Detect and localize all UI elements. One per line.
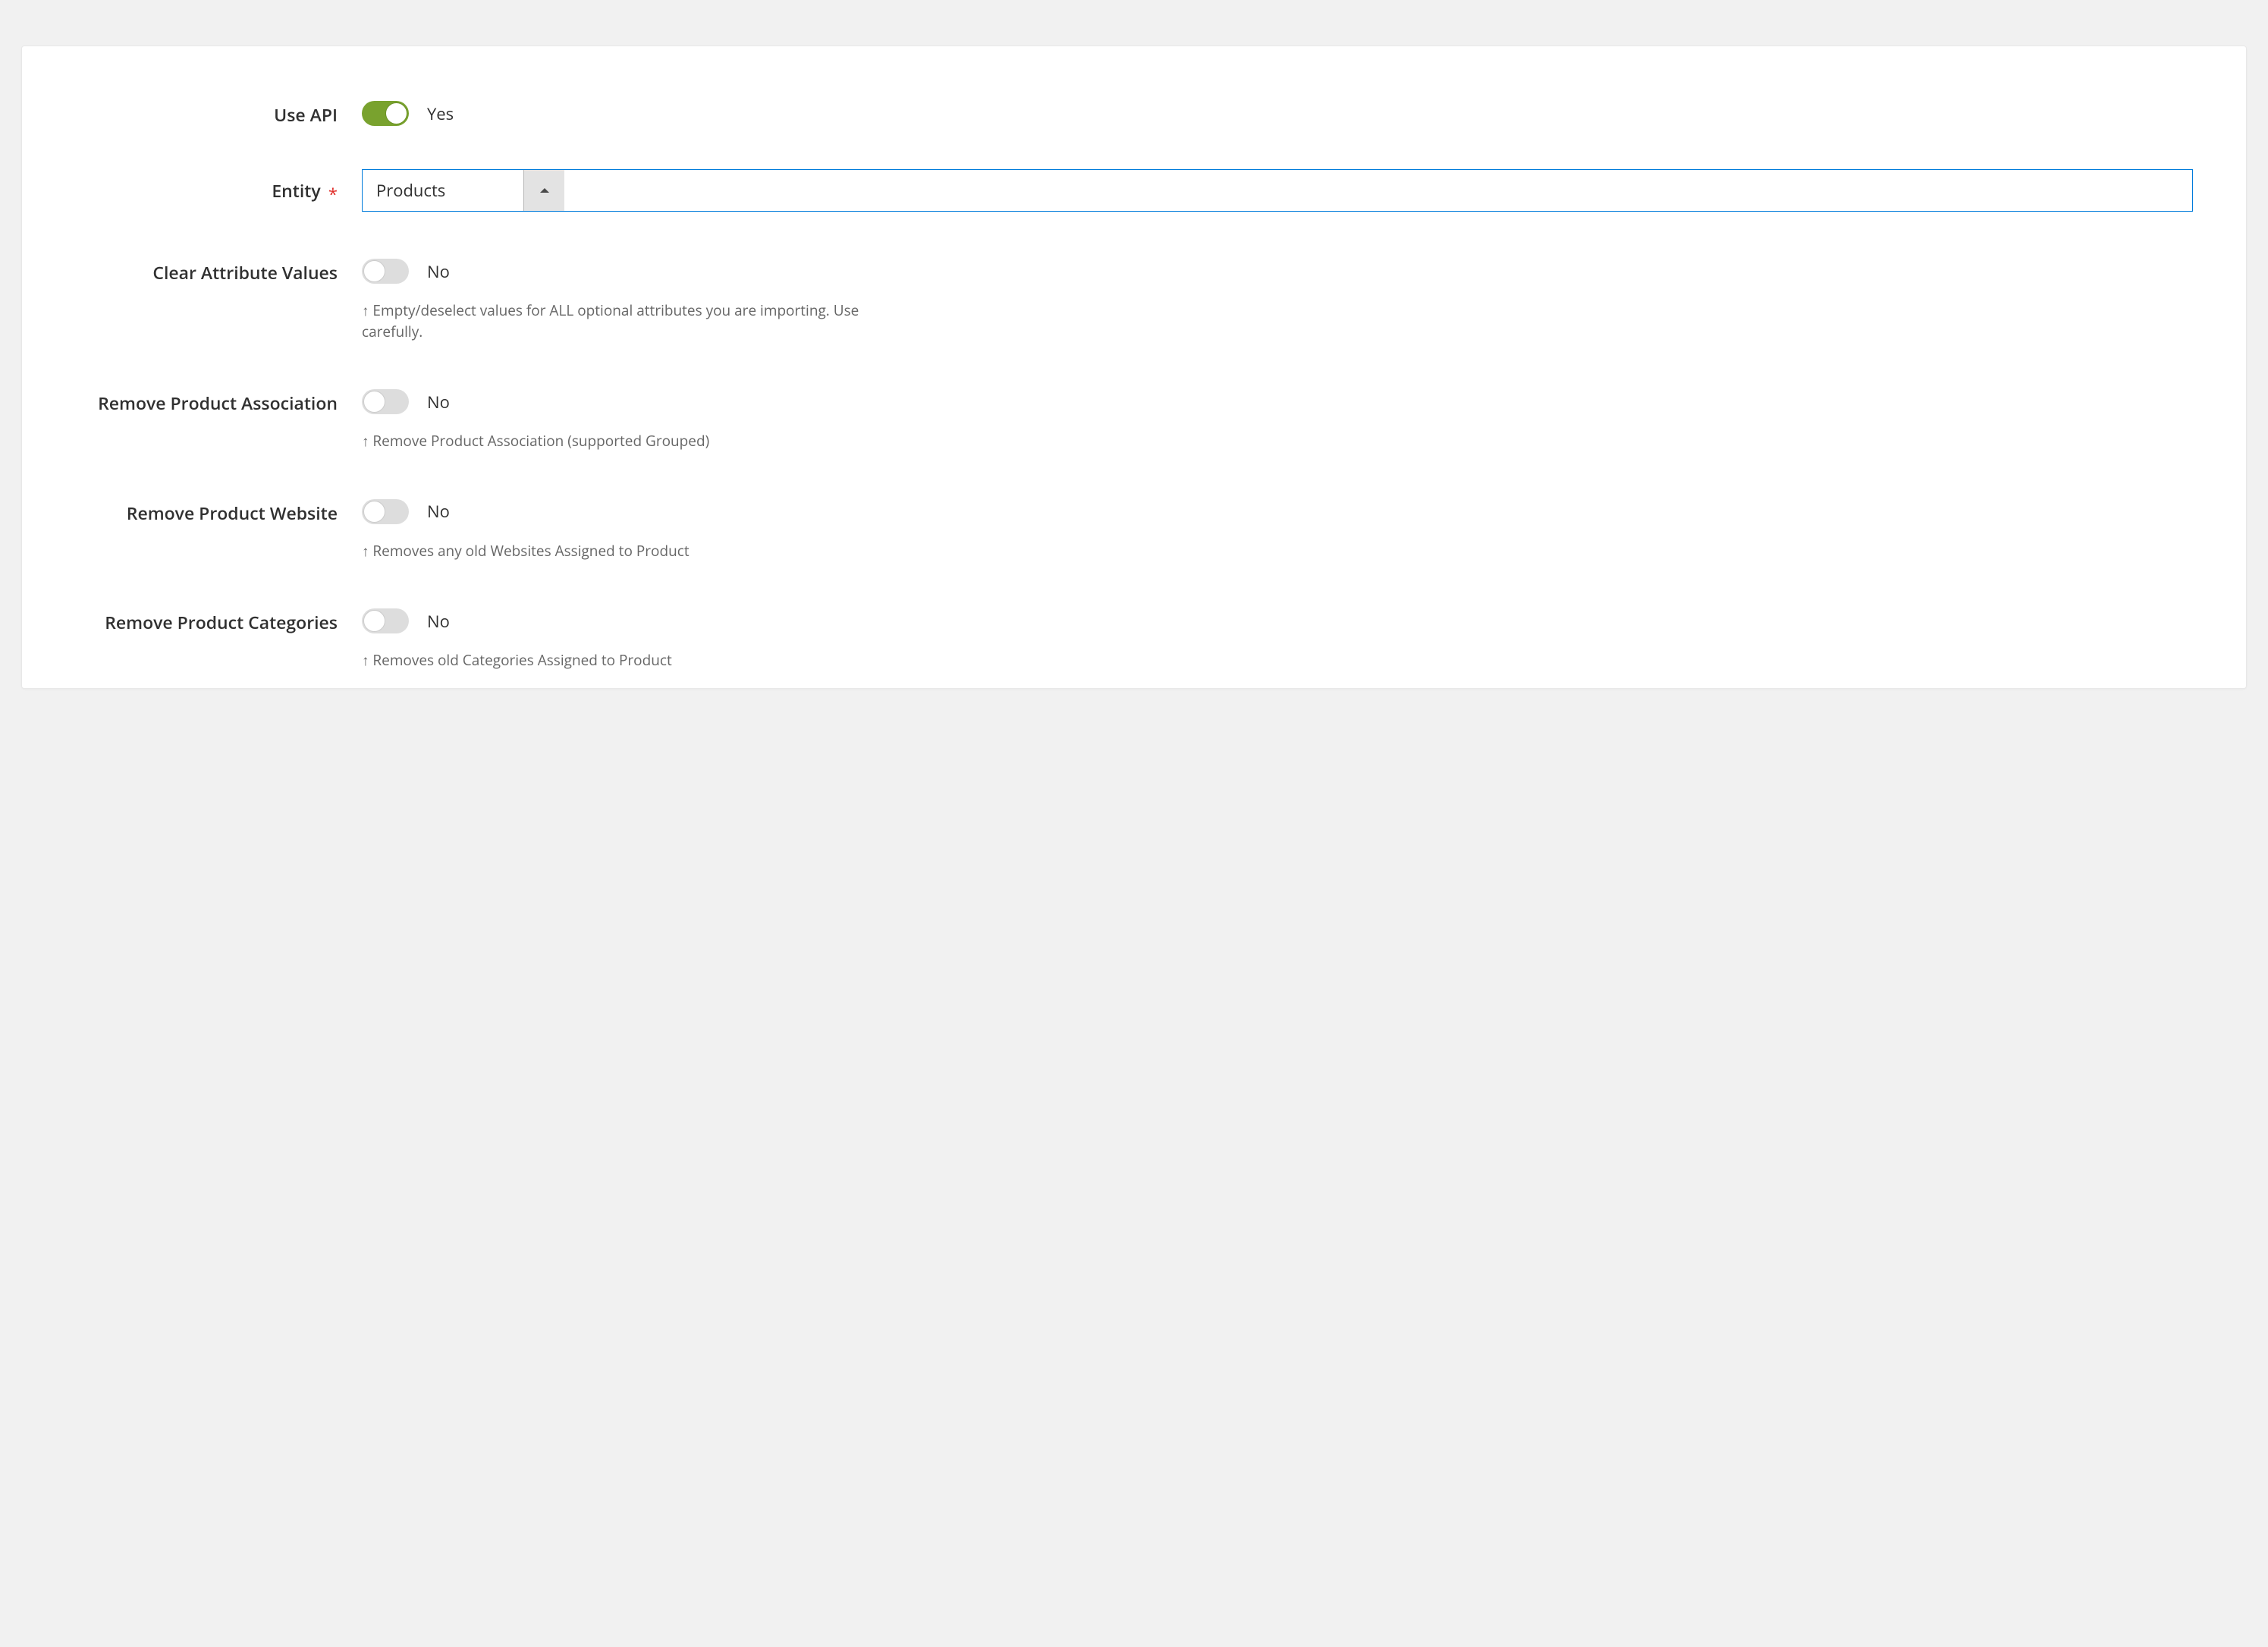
control-clear-attr: No ↑ Empty/deselect values for ALL optio… [362, 259, 2193, 342]
label-text: Remove Product Categories [105, 610, 338, 634]
help-text: ↑ Empty/deselect values for ALL optional… [362, 300, 900, 342]
toggle-knob [363, 610, 385, 632]
label-text: Clear Attribute Values [152, 260, 338, 284]
entity-select-value: Products [363, 170, 523, 211]
toggle-state-text: Yes [427, 102, 454, 125]
label-text: Entity [272, 178, 320, 203]
toggle-line: No [362, 259, 2193, 284]
field-use-api: Use API Yes [75, 101, 2193, 127]
field-remove-product-categories: Remove Product Categories No ↑ Removes o… [75, 608, 2193, 671]
use-api-toggle[interactable] [362, 101, 409, 126]
settings-panel: Use API Yes Entity * Products [21, 46, 2247, 689]
chevron-up-icon [539, 187, 550, 194]
required-indicator: * [328, 183, 338, 206]
control-remove-website: No ↑ Removes any old Websites Assigned t… [362, 499, 2193, 562]
label-remove-categories: Remove Product Categories [75, 608, 362, 634]
field-clear-attribute-values: Clear Attribute Values No ↑ Empty/desele… [75, 259, 2193, 342]
label-remove-website: Remove Product Website [75, 499, 362, 525]
toggle-state-text: No [427, 500, 450, 523]
help-text: ↑ Removes old Categories Assigned to Pro… [362, 650, 900, 671]
entity-select-trigger[interactable] [523, 170, 564, 211]
label-use-api: Use API [75, 101, 362, 127]
entity-select[interactable]: Products [362, 169, 2193, 212]
toggle-state-text: No [427, 610, 450, 633]
field-remove-product-association: Remove Product Association No ↑ Remove P… [75, 389, 2193, 452]
toggle-line: No [362, 389, 2193, 414]
toggle-knob [385, 102, 407, 124]
toggle-knob [363, 501, 385, 523]
remove-product-association-toggle[interactable] [362, 389, 409, 414]
toggle-state-text: No [427, 260, 450, 283]
toggle-line: No [362, 499, 2193, 524]
label-text: Remove Product Association [98, 391, 338, 415]
label-remove-assoc: Remove Product Association [75, 389, 362, 415]
control-entity: Products [362, 169, 2193, 212]
label-text: Use API [274, 102, 338, 127]
toggle-line: No [362, 608, 2193, 633]
toggle-knob [363, 391, 385, 413]
label-entity: Entity * [75, 169, 362, 206]
control-remove-assoc: No ↑ Remove Product Association (support… [362, 389, 2193, 452]
toggle-line: Yes [362, 101, 2193, 126]
toggle-knob [363, 260, 385, 282]
toggle-state-text: No [427, 391, 450, 413]
label-clear-attr: Clear Attribute Values [75, 259, 362, 284]
clear-attribute-values-toggle[interactable] [362, 259, 409, 284]
field-entity: Entity * Products [75, 169, 2193, 212]
remove-product-categories-toggle[interactable] [362, 608, 409, 633]
control-use-api: Yes [362, 101, 2193, 126]
control-remove-categories: No ↑ Removes old Categories Assigned to … [362, 608, 2193, 671]
help-text: ↑ Remove Product Association (supported … [362, 431, 900, 452]
help-text: ↑ Removes any old Websites Assigned to P… [362, 541, 900, 562]
label-text: Remove Product Website [127, 501, 338, 525]
field-remove-product-website: Remove Product Website No ↑ Removes any … [75, 499, 2193, 562]
remove-product-website-toggle[interactable] [362, 499, 409, 524]
